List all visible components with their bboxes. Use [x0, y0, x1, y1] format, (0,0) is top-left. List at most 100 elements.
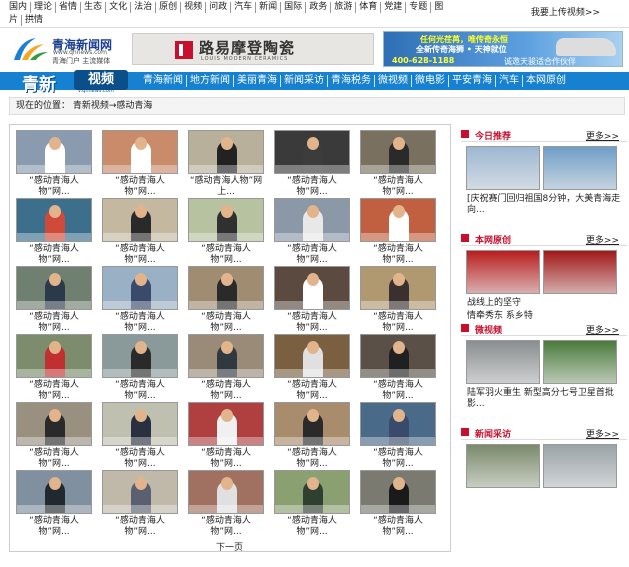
video-thumbnail[interactable]: “感动青海人 物”网... [101, 130, 179, 198]
sidebar-thumbnail[interactable] [543, 340, 617, 384]
video-thumbnail-image[interactable] [360, 130, 436, 174]
video-thumbnail-image[interactable] [360, 198, 436, 242]
video-thumbnail-image[interactable] [16, 266, 92, 310]
video-title[interactable]: “感动青海人 物”网... [101, 176, 179, 198]
video-title[interactable]: “感动青海人 物”网... [273, 176, 351, 198]
video-thumbnail-image[interactable] [102, 198, 178, 242]
top-nav-item-9[interactable]: 汽车 [231, 2, 257, 13]
video-thumbnail-image[interactable] [360, 470, 436, 514]
top-nav-item-12[interactable]: 政务 [306, 2, 332, 13]
top-nav-item-5[interactable]: 法治 [131, 2, 157, 13]
sidebar-thumbnail[interactable] [466, 146, 540, 190]
channel-nav-item-3[interactable]: 新闻采访 [281, 75, 328, 87]
video-thumbnail-image[interactable] [188, 198, 264, 242]
channel-nav-item-4[interactable]: 青海税务 [328, 75, 375, 87]
video-thumbnail[interactable]: “感动青海人 物”网... [273, 402, 351, 470]
video-thumbnail-image[interactable] [188, 266, 264, 310]
video-title[interactable]: “感动青海人 物”网... [273, 312, 351, 334]
video-thumbnail[interactable]: “感动青海人 物”网... [101, 470, 179, 538]
video-thumbnail[interactable]: “感动青海人 物”网... [187, 266, 265, 334]
video-thumbnail-image[interactable] [188, 130, 264, 174]
video-title[interactable]: “感动青海人 物”网... [187, 516, 265, 538]
next-page-link[interactable]: 下一页 [216, 540, 243, 553]
video-title[interactable]: “感动青海人 物”网... [273, 244, 351, 266]
video-thumbnail[interactable]: “感动青海人 物”网... [15, 470, 93, 538]
video-thumbnail[interactable]: “感动青海人 物”网... [15, 198, 93, 266]
video-title[interactable]: “感动青海人 物”网... [359, 312, 437, 334]
video-thumbnail-image[interactable] [16, 334, 92, 378]
video-title[interactable]: “感动青海人 物”网... [101, 312, 179, 334]
top-nav-item-16[interactable]: 专题 [406, 2, 432, 13]
channel-nav-item-0[interactable]: 青海新闻 [140, 75, 187, 87]
top-nav-item-11[interactable]: 国际 [281, 2, 307, 13]
video-thumbnail-image[interactable] [274, 198, 350, 242]
video-title[interactable]: “感动青海人 物”网... [359, 516, 437, 538]
video-thumbnail-image[interactable] [16, 198, 92, 242]
sidebar-caption[interactable]: [庆祝赛门回归祖国8分钟，大美青海走向... [461, 194, 627, 216]
video-thumbnail-image[interactable] [102, 130, 178, 174]
top-nav-item-10[interactable]: 新闻 [256, 2, 282, 13]
channel-nav-item-8[interactable]: 汽车 [496, 75, 523, 87]
video-title[interactable]: “感动青海人 物”网... [101, 380, 179, 402]
top-nav-item-7[interactable]: 视频 [181, 2, 207, 13]
channel-nav-item-2[interactable]: 美丽青海 [234, 75, 281, 87]
video-title[interactable]: “感动青海人 物”网... [359, 176, 437, 198]
top-nav-item-1[interactable]: 理论 [31, 2, 57, 13]
video-thumbnail-image[interactable] [360, 402, 436, 446]
video-thumbnail-image[interactable] [274, 266, 350, 310]
video-thumbnail[interactable]: “感动青海人 物”网... [15, 266, 93, 334]
video-thumbnail-image[interactable] [274, 402, 350, 446]
ad-banner-car[interactable]: 任何光荏苒，唯传奇永恒 全新传奇海狮 • 天神就位 400-628-1188 诚… [383, 31, 623, 67]
video-thumbnail-image[interactable] [188, 470, 264, 514]
video-thumbnail-image[interactable] [360, 266, 436, 310]
site-logo[interactable]: 青海新闻网 www.qhnews.com 青海门户 主流媒体 [8, 32, 128, 66]
video-thumbnail-image[interactable] [102, 266, 178, 310]
video-thumbnail-image[interactable] [188, 402, 264, 446]
more-link[interactable]: 更多>> [586, 427, 619, 440]
video-thumbnail[interactable]: “感动青海人 物”网... [273, 130, 351, 198]
video-title[interactable]: “感动青海人 物”网... [273, 448, 351, 470]
video-thumbnail[interactable]: “感动青海人 物”网... [359, 130, 437, 198]
sidebar-thumbnail[interactable] [543, 250, 617, 294]
top-nav-item-15[interactable]: 党建 [381, 2, 407, 13]
channel-nav-item-6[interactable]: 微电影 [412, 75, 449, 87]
video-thumbnail[interactable]: “感动青海人 物”网... [101, 402, 179, 470]
video-title[interactable]: “感动青海人 物”网... [101, 244, 179, 266]
video-thumbnail[interactable]: “感动青海人 物”网... [359, 402, 437, 470]
video-thumbnail[interactable]: “感动青海人 物”网... [15, 334, 93, 402]
video-thumbnail[interactable]: “感动青海人 物”网... [273, 198, 351, 266]
video-title[interactable]: “感动青海人 物”网... [187, 448, 265, 470]
top-nav-item-0[interactable]: 国内 [6, 2, 32, 13]
video-thumbnail[interactable]: “感动青海人 物”网... [359, 334, 437, 402]
top-nav-item-14[interactable]: 体育 [356, 2, 382, 13]
video-title[interactable]: “感动青海人 物”网... [101, 516, 179, 538]
video-title[interactable]: “感动青海人 物”网... [15, 380, 93, 402]
video-thumbnail[interactable]: “感动青海人 物”网... [187, 470, 265, 538]
video-thumbnail-image[interactable] [102, 402, 178, 446]
video-thumbnail-image[interactable] [102, 334, 178, 378]
top-nav-item-8[interactable]: 问政 [206, 2, 232, 13]
video-thumbnail[interactable]: “感动青海人 物”网... [15, 402, 93, 470]
top-nav-item-17[interactable]: 图 [431, 2, 446, 13]
video-thumbnail-image[interactable] [102, 470, 178, 514]
ad-banner-louis[interactable]: 路易摩登陶瓷 LOUIS MODERN CERAMICS [132, 33, 374, 65]
video-title[interactable]: “感动青海人 物”网... [187, 244, 265, 266]
sidebar-thumbnail[interactable] [543, 444, 617, 488]
video-title[interactable]: “感动青海人物”网 上... [187, 176, 265, 198]
sidebar-caption[interactable]: 情牵秀东 系乡特 [461, 311, 627, 322]
video-title[interactable]: “感动青海人 物”网... [15, 516, 93, 538]
video-title[interactable]: “感动青海人 物”网... [273, 380, 351, 402]
top-nav-item-13[interactable]: 旅游 [331, 2, 357, 13]
video-thumbnail[interactable]: “感动青海人 物”网... [273, 334, 351, 402]
video-title[interactable]: “感动青海人 物”网... [187, 380, 265, 402]
video-thumbnail-image[interactable] [16, 470, 92, 514]
sidebar-thumbnail[interactable] [466, 340, 540, 384]
video-thumbnail-image[interactable] [274, 130, 350, 174]
top-nav-item-2[interactable]: 省情 [56, 2, 82, 13]
video-thumbnail[interactable]: “感动青海人物”网 上... [187, 130, 265, 198]
video-thumbnail-image[interactable] [16, 130, 92, 174]
channel-logo[interactable]: 青新 视频 v.qhnews.com [18, 68, 130, 95]
video-title[interactable]: “感动青海人 物”网... [187, 312, 265, 334]
video-thumbnail[interactable]: “感动青海人 物”网... [101, 198, 179, 266]
channel-nav-item-9[interactable]: 本网原创 [523, 75, 569, 87]
